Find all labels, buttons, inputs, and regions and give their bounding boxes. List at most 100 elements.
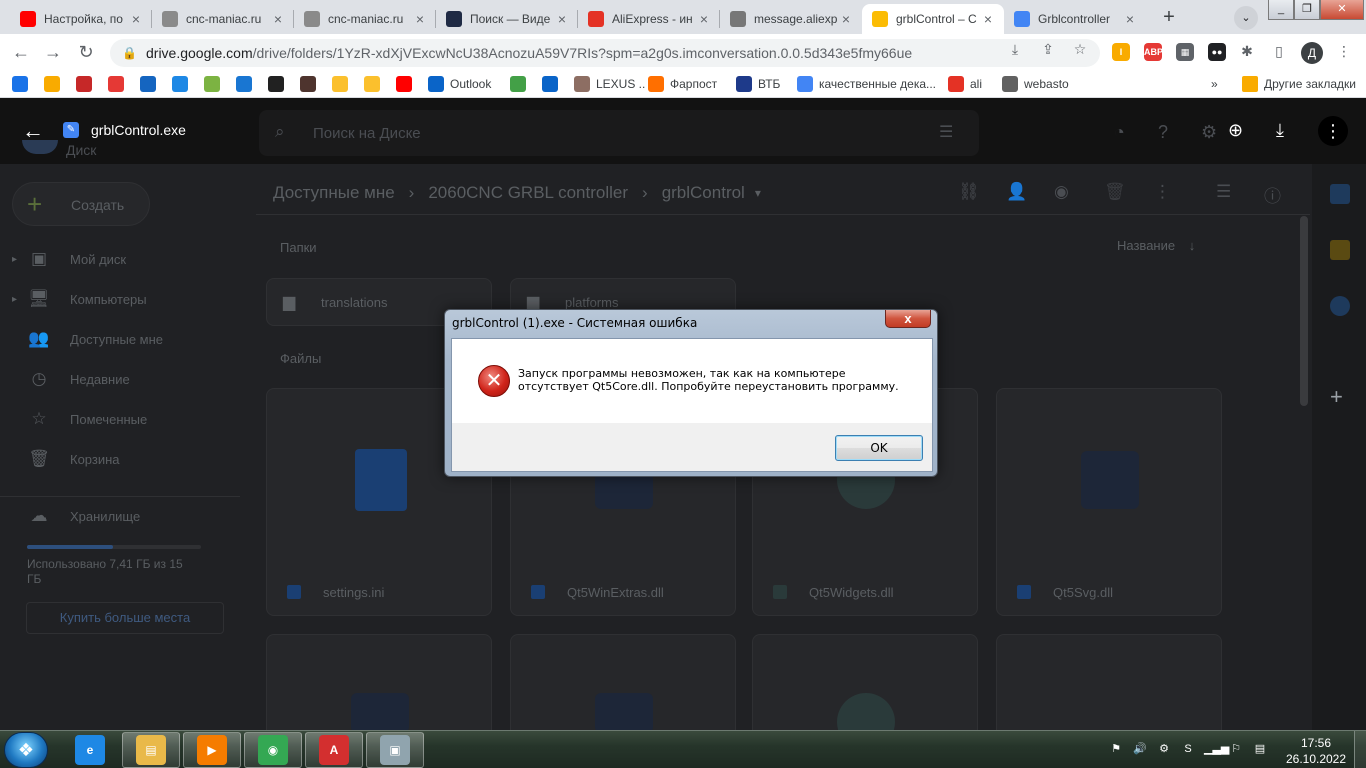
extension-icon[interactable]: ▦ xyxy=(1176,43,1194,61)
close-icon[interactable]: × xyxy=(838,11,854,27)
search-options-icon[interactable]: ☰ xyxy=(939,122,953,142)
menu-kebab-icon[interactable]: ⋮ xyxy=(1335,42,1353,60)
tab-4[interactable]: Поиск — Виде × xyxy=(436,4,578,34)
expand-arrow-icon[interactable]: ▸ xyxy=(12,254,17,265)
bookmark-6[interactable] xyxy=(172,75,194,93)
close-icon[interactable]: × xyxy=(980,11,996,27)
sidebar-item-4[interactable]: ◷ Недавние xyxy=(26,367,130,391)
file-card[interactable] xyxy=(510,634,736,730)
close-icon[interactable]: × xyxy=(270,11,286,27)
volume-icon[interactable]: 🔊 xyxy=(1132,741,1148,757)
extension-icon[interactable]: ABP xyxy=(1144,43,1163,61)
file-card[interactable] xyxy=(266,634,492,730)
taskbar-acrobat[interactable]: A xyxy=(305,732,363,768)
forward-button[interactable]: → xyxy=(42,41,64,63)
network-icon[interactable]: ▤ xyxy=(1252,741,1268,757)
ok-button[interactable]: OK xyxy=(835,435,923,461)
bookmark-11[interactable] xyxy=(332,75,354,93)
signal-icon[interactable]: ▁▃▅ xyxy=(1204,741,1229,757)
bookmark-12[interactable] xyxy=(364,75,386,93)
buy-storage-button[interactable]: Купить больше места xyxy=(26,602,224,634)
breadcrumb-item-shared[interactable]: Доступные мне xyxy=(273,183,395,203)
close-icon[interactable]: × xyxy=(554,11,570,27)
tab-8[interactable]: Grblcontroller × xyxy=(1004,4,1146,34)
action-center-icon[interactable]: ⚐ xyxy=(1228,741,1244,757)
tab-6[interactable]: message.aliexp × xyxy=(720,4,862,34)
bookmark-8[interactable] xyxy=(236,75,258,93)
bookmark-19[interactable]: ВТБ xyxy=(736,75,780,93)
download-icon[interactable]: ⤓ xyxy=(1276,120,1284,141)
share-icon[interactable]: ⇪ xyxy=(1039,40,1057,58)
file-card[interactable] xyxy=(996,634,1222,730)
extension-icon[interactable]: I xyxy=(1112,43,1130,61)
install-app-icon[interactable]: ⤓ xyxy=(1006,40,1024,58)
network-share-icon[interactable]: ⚙ xyxy=(1156,741,1172,757)
sidebar-item-1[interactable]: ▸ ▣ Мой диск xyxy=(12,247,126,271)
bookmark-16[interactable] xyxy=(542,75,564,93)
offline-status-icon[interactable]: ◔ xyxy=(1114,122,1125,143)
tasks-icon[interactable] xyxy=(1330,296,1350,316)
flag-tray-icon[interactable]: ⚑ xyxy=(1108,741,1124,757)
maximize-button[interactable]: ❐ xyxy=(1294,0,1320,20)
tab-5[interactable]: AliExpress - ин × xyxy=(578,4,720,34)
sidebar-item-3[interactable]: 👥 Доступные мне xyxy=(26,327,163,351)
bookmark-3[interactable] xyxy=(76,75,98,93)
clock-date[interactable]: 26.10.2022 xyxy=(1284,752,1348,766)
taskbar-media-player[interactable]: ▶ xyxy=(183,732,241,768)
preview-eye-icon[interactable]: ◉ xyxy=(1054,182,1069,202)
minimize-button[interactable]: _ xyxy=(1268,0,1294,20)
tab-3[interactable]: cnc-maniac.ru × xyxy=(294,4,436,34)
tab-1[interactable]: Настройка, по × xyxy=(10,4,152,34)
new-tab-button[interactable]: + xyxy=(1156,5,1182,31)
bookmark-22[interactable]: webasto xyxy=(1002,75,1069,93)
extension-icon[interactable]: ●● xyxy=(1208,43,1226,61)
search-box[interactable]: ⌕ Поиск на Диске ☰ xyxy=(259,110,979,156)
show-desktop-button[interactable] xyxy=(1354,731,1366,768)
keep-icon[interactable] xyxy=(1330,240,1350,260)
profile-avatar[interactable]: Д xyxy=(1301,42,1323,64)
link-icon[interactable]: ⛓ xyxy=(958,182,980,202)
more-actions-icon[interactable]: ⋮ xyxy=(1154,182,1171,202)
taskbar-internet-explorer[interactable]: e xyxy=(61,732,119,768)
sidebar-item-2[interactable]: ▸ 🖥 Компьютеры xyxy=(12,287,147,311)
window-close-button[interactable]: ✕ xyxy=(1320,0,1364,20)
bookmark-14[interactable]: Outlook xyxy=(428,75,491,93)
reload-button[interactable]: ↻ xyxy=(75,41,97,63)
settings-gear-icon[interactable]: ⚙ xyxy=(1201,122,1217,143)
bookmarks-more[interactable]: » xyxy=(1211,75,1218,93)
side-panel-icon[interactable]: ▯ xyxy=(1270,42,1288,60)
help-icon[interactable]: ? xyxy=(1158,122,1168,143)
calendar-icon[interactable] xyxy=(1330,184,1350,204)
file-card[interactable] xyxy=(752,634,978,730)
delete-icon[interactable]: 🗑 xyxy=(1104,182,1126,202)
bookmark-15[interactable] xyxy=(510,75,532,93)
bookmark-10[interactable] xyxy=(300,75,322,93)
taskbar-window-app[interactable]: ▣ xyxy=(366,732,424,768)
create-button[interactable]: + Создать xyxy=(12,182,150,226)
bookmark-18[interactable]: Фарпост xyxy=(648,75,717,93)
close-icon[interactable]: × xyxy=(128,11,144,27)
bookmark-4[interactable] xyxy=(108,75,130,93)
chevron-down-icon[interactable]: ▾ xyxy=(755,186,761,200)
sidebar-item-storage[interactable]: ☁ Хранилище xyxy=(26,504,141,528)
expand-arrow-icon[interactable]: ▸ xyxy=(12,294,17,305)
tab-7[interactable]: grblControl – C × xyxy=(862,4,1004,34)
back-button[interactable]: ← xyxy=(10,41,32,63)
bookmark-20[interactable]: качественные дека... xyxy=(797,75,936,93)
tab-search-button[interactable]: ⌄ xyxy=(1234,6,1258,30)
bookmark-1[interactable] xyxy=(12,75,34,93)
clock-time[interactable]: 17:56 xyxy=(1292,736,1340,750)
bookmark-21[interactable]: ali xyxy=(948,75,982,93)
taskbar-explorer[interactable]: ▤ xyxy=(122,732,180,768)
list-view-icon[interactable]: ☰ xyxy=(1216,182,1231,202)
bookmark-9[interactable] xyxy=(268,75,290,93)
add-to-drive-icon[interactable]: ⊕ xyxy=(1228,120,1243,141)
preview-more-icon[interactable]: ⋮ xyxy=(1318,116,1348,146)
file-card[interactable]: Qt5Svg.dll xyxy=(996,388,1222,616)
sidebar-item-6[interactable]: 🗑 Корзина xyxy=(26,447,119,471)
tab-2[interactable]: cnc-maniac.ru × xyxy=(152,4,294,34)
bookmark-17[interactable]: LEXUS .. xyxy=(574,75,645,93)
address-bar[interactable]: 🔒 drive.google.com/drive/folders/1YzR-xd… xyxy=(110,39,1100,67)
start-button[interactable]: ❖ xyxy=(4,732,48,768)
taskbar-chrome[interactable]: ◉ xyxy=(244,732,302,768)
